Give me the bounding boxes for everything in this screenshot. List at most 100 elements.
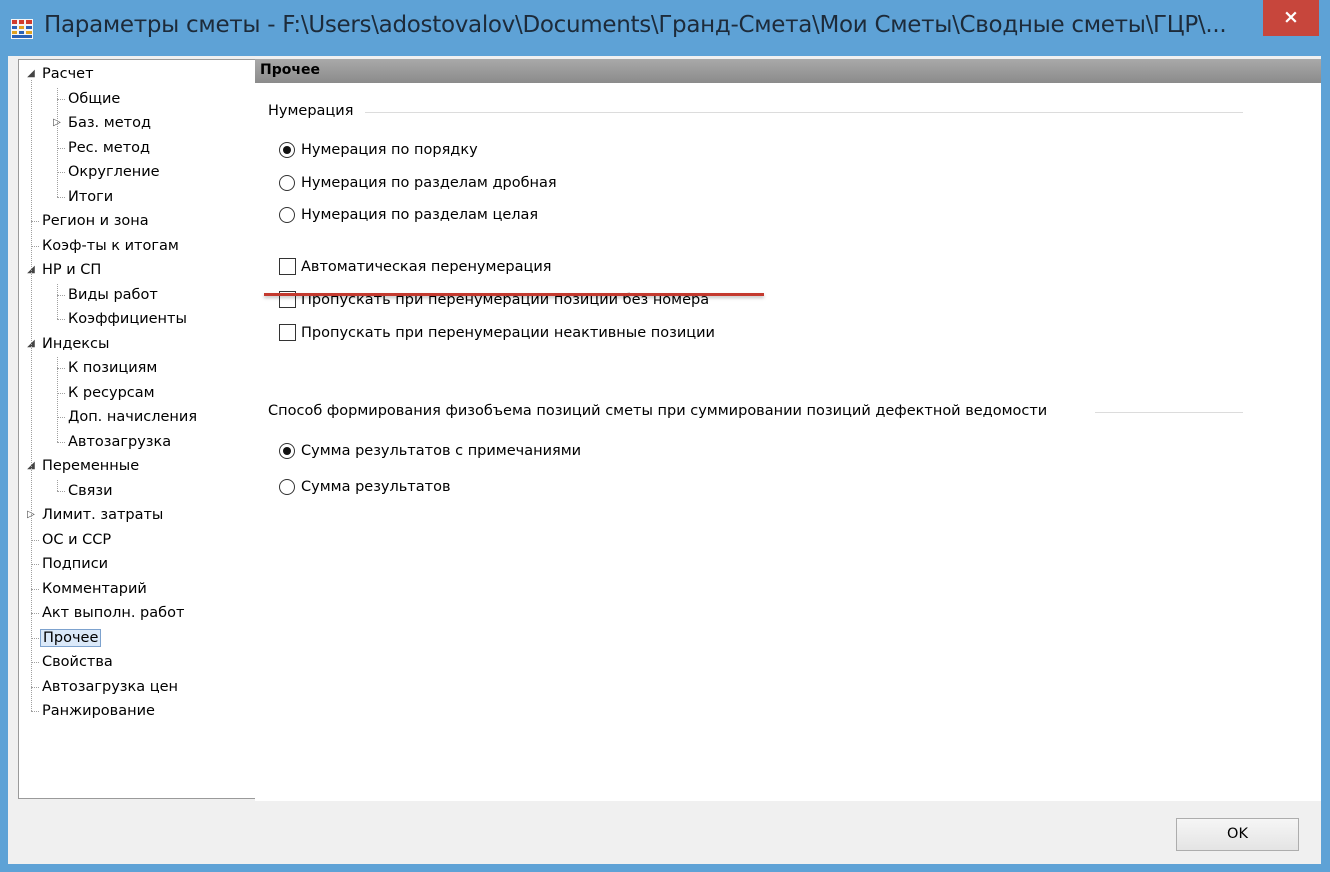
tree-item[interactable]: Автозагрузка [66, 431, 173, 453]
radio-label: Нумерация по разделам целая [301, 207, 539, 223]
ok-button[interactable]: OK [1176, 818, 1299, 851]
radio-label: Сумма результатов [301, 479, 451, 495]
tree-item-label: Прочее [40, 628, 102, 647]
tree-connector [57, 283, 58, 319]
dialog-window: Параметры сметы - F:\Users\adostovalov\D… [0, 0, 1330, 872]
tree-item-label: Переменные [42, 458, 140, 474]
numbering-group-line [365, 112, 1243, 113]
panel-header: Прочее [255, 59, 1321, 83]
tree-item[interactable]: НР и СП [40, 259, 103, 281]
dialog-footer: OK [8, 801, 1321, 864]
tree-item-label: Общие [68, 90, 121, 107]
tree-item[interactable]: Акт выполн. работ [40, 602, 186, 624]
volume-group-label: Способ формирования физобъема позиций см… [268, 403, 1054, 419]
tree-connector [57, 392, 65, 394]
tree-connector [57, 357, 58, 442]
tree-connector [31, 637, 39, 639]
tree-connector [57, 319, 65, 320]
tree-item[interactable]: Регион и зона [40, 210, 151, 232]
settings-tree[interactable]: Расчет ◢ Общие Баз. метод ▷ Рес. метод Округле… [18, 59, 256, 799]
radio-indicator [279, 207, 295, 223]
tree-connector [57, 172, 65, 173]
tree-item[interactable]: Переменные [40, 455, 141, 477]
tree-item-label: Баз. метод [68, 115, 151, 131]
tree-connector [31, 80, 32, 711]
close-button[interactable]: × [1263, 0, 1319, 36]
tree-item[interactable]: Итоги [66, 186, 115, 208]
tree-item-label: К ресурсам [68, 384, 155, 401]
tree-item[interactable]: ОС и ССР [40, 529, 113, 551]
radio-label: Нумерация по порядку [301, 142, 478, 158]
tree-item-label: Лимит. затраты [42, 507, 164, 523]
tree-item-label: Коэф-ты к итогам [42, 237, 179, 254]
tree-item[interactable]: Индексы [40, 333, 111, 355]
tree-item[interactable]: К ресурсам [66, 382, 157, 404]
radio-label: Нумерация по разделам дробная [301, 175, 557, 191]
tree-item-label: Индексы [42, 335, 110, 352]
tree-item[interactable]: Свойства [40, 651, 115, 673]
tree-connector [57, 87, 58, 197]
tree-item-label: Подписи [42, 556, 109, 572]
tree-item-label: Автозагрузка цен [42, 678, 179, 695]
tree-connector [57, 441, 65, 443]
tree-item-label: Расчет [42, 66, 94, 82]
tree-item-label: Связи [68, 482, 113, 499]
tree-connector [31, 564, 39, 565]
red-highlight-underline [264, 293, 764, 296]
tree-item[interactable]: Округление [66, 161, 162, 183]
window-title: Параметры сметы - F:\Users\adostovalov\D… [44, 12, 1227, 38]
tree-item[interactable]: Прочее [40, 627, 102, 649]
tree-item[interactable]: Рес. метод [66, 137, 152, 159]
tree-item-label: ОС и ССР [42, 531, 112, 548]
tree-item-label: Округление [68, 164, 160, 180]
app-icon [11, 19, 33, 39]
tree-item-label: Ранжирование [42, 703, 155, 719]
collapse-arrow-icon[interactable]: ◢ [26, 68, 36, 79]
tree-item[interactable]: Доп. начисления [66, 406, 199, 428]
dialog-client: Расчет ◢ Общие Баз. метод ▷ Рес. метод Округле… [8, 56, 1321, 864]
tree-item[interactable]: К позициям [66, 357, 159, 379]
tree-item-label: Регион и зона [42, 213, 149, 229]
tree-connector [57, 294, 65, 296]
numbering-group-label: Нумерация [268, 103, 360, 119]
tree-item-label: Итоги [68, 188, 114, 205]
tree-item[interactable]: Баз. метод [66, 112, 153, 134]
tree-connector [57, 479, 58, 491]
radio-indicator [279, 443, 295, 459]
settings-panel: Прочее Нумерация Нумерация по порядку Ну… [255, 59, 1321, 801]
tree-item-label: Акт выполн. работ [42, 605, 185, 621]
tree-item-label: Автозагрузка [68, 433, 172, 450]
tree-item[interactable]: Автозагрузка цен [40, 676, 180, 698]
radio-indicator [279, 175, 295, 191]
volume-group-line [1095, 412, 1243, 413]
checkbox-label: Автоматическая перенумерация [301, 259, 552, 275]
tree-connector [31, 245, 39, 247]
close-icon: × [1283, 6, 1299, 28]
checkbox-indicator [279, 324, 296, 341]
title-bar[interactable]: Параметры сметы - F:\Users\adostovalov\D… [0, 0, 1330, 56]
tree-item-label: Комментарий [42, 580, 147, 597]
tree-item[interactable]: Ранжирование [40, 700, 157, 722]
radio-indicator [279, 479, 295, 495]
tree-connector [57, 490, 65, 492]
tree-connector [57, 417, 65, 418]
tree-item[interactable]: Лимит. затраты [40, 504, 165, 526]
tree-item-label: К позициям [68, 360, 158, 376]
tree-item[interactable]: Коэффициенты [66, 308, 189, 330]
tree-item[interactable]: Комментарий [40, 578, 149, 600]
tree-item[interactable]: Общие [66, 88, 122, 110]
tree-item-label: Коэффициенты [68, 311, 187, 327]
tree-item[interactable]: Расчет [40, 63, 96, 85]
tree-item[interactable]: Виды работ [66, 284, 160, 306]
tree-connector [31, 613, 39, 614]
tree-item[interactable]: Подписи [40, 553, 110, 575]
tree-item[interactable]: Связи [66, 480, 115, 502]
tree-connector [57, 147, 65, 149]
checkbox-label: Пропускать при перенумерации неактивные … [301, 325, 715, 341]
radio-indicator [279, 142, 295, 158]
tree-item[interactable]: Коэф-ты к итогам [40, 235, 181, 257]
tree-item-label: Рес. метод [68, 139, 151, 156]
tree-item-label: Доп. начисления [68, 409, 198, 425]
tree-connector [31, 539, 39, 541]
tree-connector [57, 368, 65, 369]
